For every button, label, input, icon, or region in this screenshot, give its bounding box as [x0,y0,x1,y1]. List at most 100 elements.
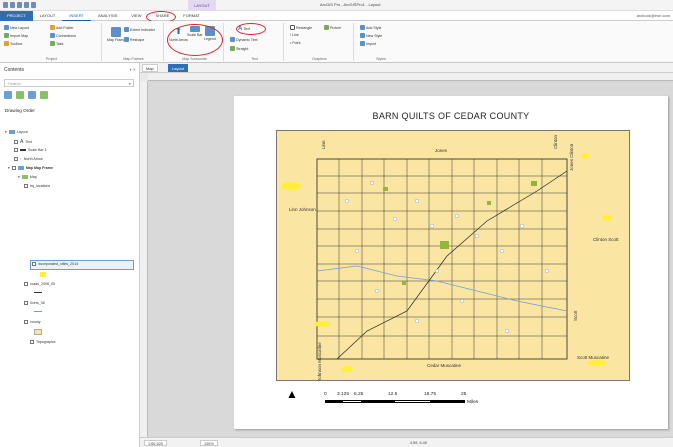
map-title[interactable]: BARN QUILTS OF CEDAR COUNTY [234,111,668,121]
county-label: Clinton [553,134,558,149]
map-scale-field[interactable]: 1:66,525 [144,440,167,446]
county-label: Linn [321,140,326,149]
visibility-checkbox[interactable] [14,148,18,152]
horizontal-ruler [148,73,673,81]
scale-bar[interactable]: 0 3.125 6.25 12.5 18.75 25 Miles [324,392,494,416]
list-by-editing-icon[interactable] [40,91,48,99]
road-grid [316,158,568,360]
county-label: Scott Muscatine [577,355,610,360]
visibility-checkbox[interactable] [24,320,28,324]
new-style-button[interactable]: New Style [360,33,382,38]
list-by-selection-icon[interactable] [28,91,36,99]
connections-icon [50,33,55,38]
north-arrow[interactable]: ▲ [286,387,298,401]
town [440,241,449,249]
map-frame-button[interactable]: Map Frame [107,27,125,42]
add-folder-button[interactable]: Add Folder [50,25,74,30]
straight-text-button[interactable]: Straight [230,46,248,51]
ribbon: New Layout Import Map Toolbox Add Folder… [0,21,673,63]
reshape-button[interactable]: Reshape [124,37,144,42]
barn-quilt-point [474,233,479,238]
tree-node-roads[interactable]: roads_2006_05 [24,282,55,286]
contextual-tab[interactable]: LAYOUT [188,0,216,11]
redo-icon[interactable] [31,2,36,8]
map-frame[interactable]: Linn Jones Linn Johnson Jones Clinton Cl… [276,130,630,381]
add-style-icon [360,25,365,30]
extent-indicator-button[interactable]: Extent Indicator [124,27,155,32]
new-layout-button[interactable]: New Layout [4,25,29,30]
connections-button[interactable]: Connections [50,33,76,38]
barn-quilt-point [392,216,397,221]
scale-tick-label: 3.125 [337,392,350,397]
add-style-button[interactable]: Add Style [360,25,381,30]
list-by-drawing-order-icon[interactable] [4,91,12,99]
barn-quilt-point [434,268,439,273]
tree-node-rivers[interactable]: rivers_06 [24,301,45,305]
tree-node-scale-bar[interactable]: Scale Bar 1 [14,148,47,152]
search-icon: ⌕ [128,81,131,86]
county-label: Linn Johnson [289,207,316,212]
tab-analysis[interactable]: ANALYSIS [91,11,124,21]
tab-map-view[interactable]: Map [142,64,158,72]
tree-node-topographic[interactable]: Topographic [30,340,56,344]
list-by-source-icon[interactable] [16,91,24,99]
tree-node-county[interactable]: county [24,320,41,324]
barn-quilt-point [414,318,419,323]
contents-search-input[interactable]: Search ⌕ [4,79,134,87]
tree-node-map[interactable]: ▾ Map [18,175,37,179]
visibility-checkbox[interactable] [14,140,18,144]
highlight-area [341,366,353,372]
task-button[interactable]: Task [50,41,63,46]
zoom-field[interactable]: 105% [200,440,218,446]
tree-node-north-arrow[interactable]: ↑ North Arrow [14,157,43,161]
contents-toolbar [4,91,48,99]
close-icon[interactable]: ✕ [133,67,136,72]
tree-node-map-frame[interactable]: ▾ Map Map Frame [8,166,53,170]
tab-layout-view[interactable]: Layout [168,64,189,72]
tab-project[interactable]: PROJECT [0,10,33,21]
new-icon[interactable] [17,2,22,8]
picture-button[interactable]: Picture [324,25,341,30]
visibility-checkbox[interactable] [24,184,28,188]
rectangle-button[interactable]: Rectangle [290,25,312,30]
town [487,201,491,205]
visibility-checkbox[interactable] [30,340,34,344]
layout-page[interactable]: BARN QUILTS OF CEDAR COUNTY Linn Jones L… [234,96,668,429]
county-map: Linn Jones Linn Johnson Jones Clinton Cl… [281,134,619,380]
tree-node-text[interactable]: A Text [14,139,32,145]
line-icon: / [290,33,291,37]
straight-text-icon [230,46,235,51]
visibility-checkbox[interactable] [24,282,28,286]
tab-view[interactable]: VIEW [124,11,148,21]
tab-insert[interactable]: INSERT [62,11,91,21]
import-style-button[interactable]: Import [360,41,376,46]
toolbox-button[interactable]: Toolbox [4,41,22,46]
tree-node-incorporated-cities[interactable]: incorporated_cities_2014 [32,262,78,266]
pin-icon[interactable]: ▾ [130,67,132,72]
toolbox-icon [4,41,9,46]
tree-node-bq-locations[interactable]: bq_locations [24,184,50,188]
visibility-checkbox[interactable] [11,166,16,170]
dynamic-text-button[interactable]: Dynamic Text [230,37,258,42]
import-map-button[interactable]: Import Map [4,33,28,38]
county-label: Jones Clinton [569,143,574,171]
visibility-checkbox[interactable] [32,262,36,266]
barn-quilt-point [454,213,459,218]
group-styles: Add Style New Style Import Styles [356,23,406,61]
open-icon[interactable] [10,2,15,8]
county-symbol [34,329,42,335]
county-label: Clinton Scott [593,237,619,242]
visibility-checkbox[interactable] [24,301,28,305]
rivers-symbol [34,311,42,312]
undo-icon[interactable] [24,2,29,8]
scale-tick-label: 6.25 [354,392,364,397]
tree-node-layout[interactable]: ▾ Layout [5,130,28,134]
tab-layout[interactable]: LAYOUT [33,11,63,21]
user-account[interactable]: arcbook@esri.com [637,13,670,18]
line-button[interactable]: / Line [290,33,299,37]
visibility-checkbox[interactable] [14,157,18,161]
map-icon [21,175,28,179]
save-icon[interactable] [3,2,8,8]
tab-format[interactable]: FORMAT [176,11,207,21]
point-button[interactable]: • Point [290,41,300,45]
